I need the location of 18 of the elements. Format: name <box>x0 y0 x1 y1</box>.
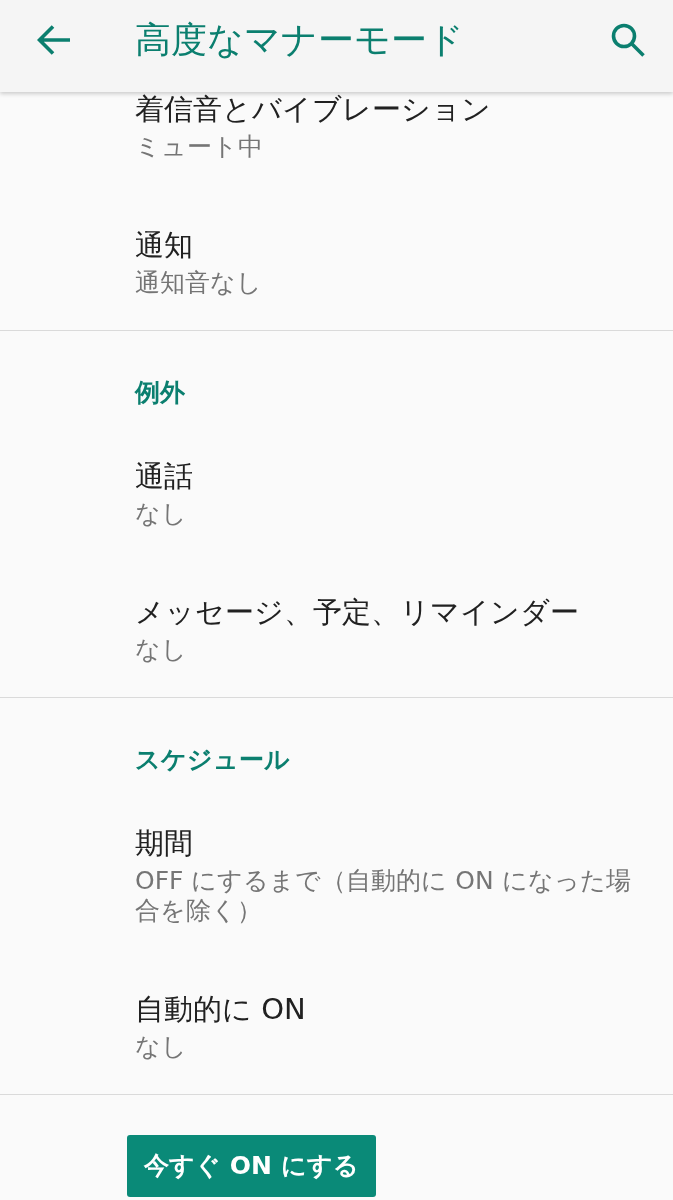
setting-title[interactable]: メッセージ、予定、リマインダー <box>135 592 579 632</box>
setting-summary: なし <box>135 1032 187 1062</box>
section-header: スケジュール <box>135 745 290 774</box>
setting-summary: なし <box>135 635 187 665</box>
setting-title[interactable]: 自動的に ON <box>135 989 306 1029</box>
setting-summary: なし <box>135 499 187 529</box>
setting-summary: OFF にするまで（自動的に ON になった場合を除く） <box>135 866 632 926</box>
search-icon[interactable] <box>611 23 645 57</box>
setting-title[interactable]: 期間 <box>135 823 193 863</box>
turn-on-now-button[interactable]: 今すぐ ON にする <box>127 1135 376 1197</box>
setting-summary: 通知音なし <box>135 268 262 298</box>
page-title: 高度なマナーモード <box>135 18 464 62</box>
section-header: 例外 <box>135 378 185 407</box>
back-arrow-icon[interactable] <box>37 25 71 55</box>
setting-title[interactable]: 通知 <box>135 225 193 265</box>
setting-title[interactable]: 着信音とバイブレーション <box>135 89 491 129</box>
setting-title[interactable]: 通話 <box>135 456 193 496</box>
setting-summary: ミュート中 <box>135 132 263 162</box>
